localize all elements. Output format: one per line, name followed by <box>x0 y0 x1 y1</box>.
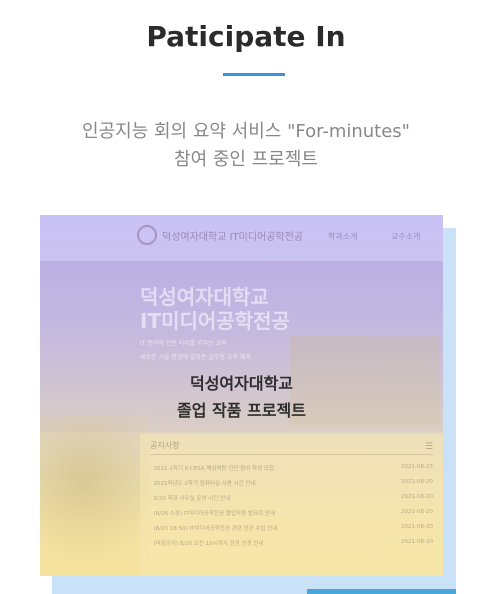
hamburger-menu-icon: ☰ <box>424 442 433 452</box>
notice-date: 2021-08-27 <box>401 464 433 470</box>
site-logo-text: 덕성여자대학교 IT미디어공학전공 <box>162 232 304 243</box>
notice-date: 2021-08-20 <box>401 494 433 500</box>
subtitle-line-1: 인공지능 회의 요약 서비스 "For-minutes" <box>82 121 410 142</box>
notice-row: · (8/26 수정) IT미디어공학전공 졸업작품 발표회 안내 2021-0… <box>150 509 433 524</box>
site-nav-item: 교수소개 <box>391 232 421 241</box>
site-hero-caption: IT 분야의 전문 리더를 키우는 교육 <box>140 340 227 347</box>
notice-row: · 2021-2학기 K-CESA 핵심역량 진단 참여 학생 모집 2021-… <box>150 464 433 479</box>
notice-row: · (8/20 18:50) IT미디어공학전공 관련 전공 수업 안내 202… <box>150 524 433 539</box>
notice-title: · (마감공지) 8/20 오전 10시까지 전공 신청 안내 <box>150 541 264 547</box>
site-nav-item: 학과소개 <box>328 232 358 241</box>
card-shadow-accent <box>307 589 456 594</box>
site-hero-caption: 새로운 기술 환경에 발맞춘 실무형 교육 체계 <box>140 354 251 361</box>
site-preview-header: 덕성여자대학교 IT미디어공학전공 학과소개 교수소개 <box>40 215 443 262</box>
notice-date: 2021-08-20 <box>401 524 433 530</box>
notice-divider <box>150 454 433 455</box>
notice-row: · 2021학년도 2학기 컴퓨터실 사용 시간 안내 2021-08-20 <box>150 479 433 494</box>
notice-date: 2021-08-20 <box>401 539 433 545</box>
notice-title: · 8/20 학과 사무실 운영 시간 안내 <box>150 496 231 502</box>
notice-row: · 8/20 학과 사무실 운영 시간 안내 2021-08-20 <box>150 494 433 509</box>
section-subtitle: 인공지능 회의 요약 서비스 "For-minutes" 참여 중인 프로젝트 <box>0 118 492 174</box>
card-overlay-subtitle: 졸업 작품 프로젝트 <box>177 401 306 420</box>
subtitle-line-2: 참여 중인 프로젝트 <box>174 149 318 170</box>
notice-panel-title: 공지사항 <box>150 441 180 450</box>
notice-title: · (8/20 18:50) IT미디어공학전공 관련 전공 수업 안내 <box>150 526 278 532</box>
notice-title: · (8/26 수정) IT미디어공학전공 졸업작품 발표회 안내 <box>150 511 275 517</box>
project-card[interactable]: 덕성여자대학교 IT미디어공학전공 학과소개 교수소개 덕성여자대학교 IT미디… <box>40 215 443 576</box>
notice-date: 2021-08-20 <box>401 479 433 485</box>
notice-date: 2021-08-20 <box>401 509 433 515</box>
notice-row: · (마감공지) 8/20 오전 10시까지 전공 신청 안내 2021-08-… <box>150 539 433 554</box>
site-hero-title: IT미디어공학전공 <box>140 309 290 333</box>
notice-title: · 2021학년도 2학기 컴퓨터실 사용 시간 안내 <box>150 481 256 487</box>
notice-list: · 2021-2학기 K-CESA 핵심역량 진단 참여 학생 모집 2021-… <box>150 464 433 554</box>
section-title: Paticipate In <box>146 20 346 53</box>
notice-title: · 2021-2학기 K-CESA 핵심역량 진단 참여 학생 모집 <box>150 466 274 472</box>
university-logo-icon <box>137 225 157 245</box>
card-overlay-title: 덕성여자대학교 <box>189 374 294 393</box>
site-notice-panel: 공지사항 ☰ · 2021-2학기 K-CESA 핵심역량 진단 참여 학생 모… <box>140 434 443 576</box>
campus-trees-image <box>40 415 150 576</box>
title-underline <box>223 73 285 76</box>
